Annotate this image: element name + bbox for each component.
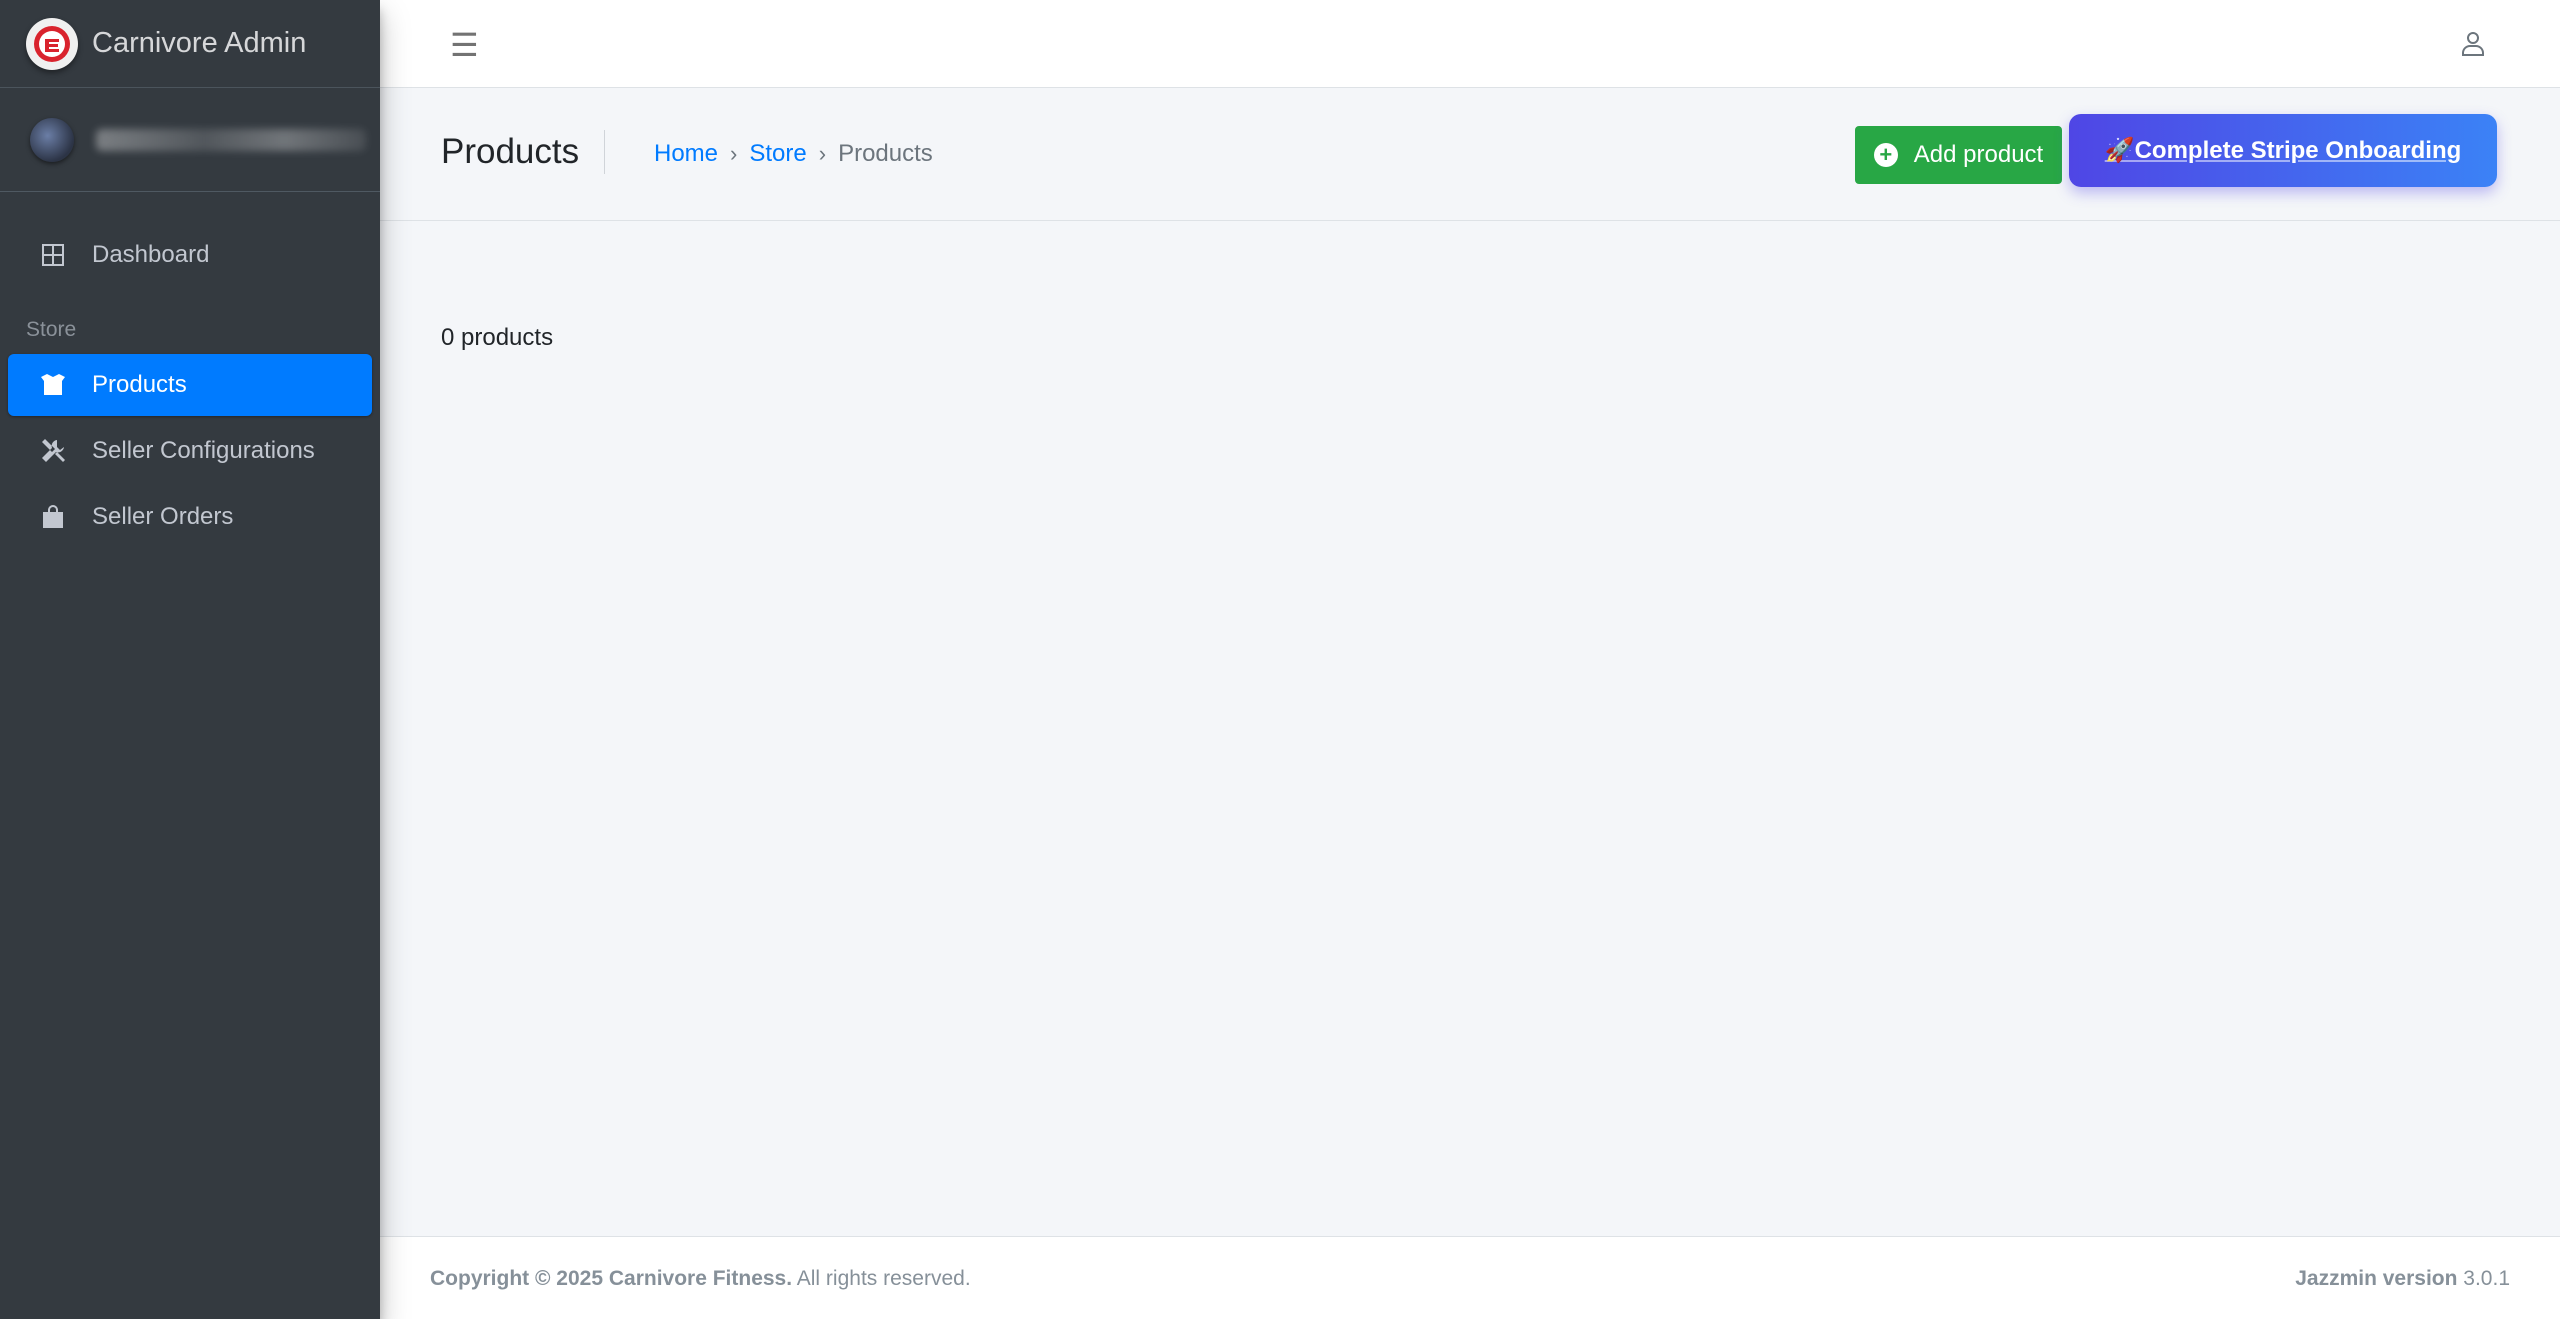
user-name-redacted — [96, 128, 366, 151]
brand-title: Carnivore Admin — [92, 27, 307, 59]
add-product-label: Add product — [1913, 141, 2044, 168]
breadcrumb-separator: › — [818, 141, 827, 166]
page-title: Products — [441, 132, 580, 171]
breadcrumb-home[interactable]: Home — [654, 140, 718, 168]
breadcrumb: Home › Store › Products — [654, 140, 933, 168]
dashboard-grid-icon — [38, 240, 68, 270]
content-header: Products Home › Store › Products + Add p… — [380, 88, 2560, 221]
footer: Copyright © 2025 Carnivore Fitness. All … — [380, 1236, 2560, 1319]
copyright-bold: Copyright © 2025 Carnivore Fitness. — [430, 1267, 793, 1290]
version-value: 3.0.1 — [2457, 1267, 2510, 1290]
sidebar-item-label: Dashboard — [92, 241, 210, 268]
breadcrumb-store[interactable]: Store — [749, 140, 806, 168]
tools-icon — [38, 436, 68, 466]
avatar — [30, 117, 74, 162]
sidebar-item-label: Seller Configurations — [92, 437, 315, 464]
sidebar-item-seller-configurations[interactable]: Seller Configurations — [8, 420, 372, 482]
breadcrumb-separator: › — [730, 141, 738, 166]
sidebar-item-label: Seller Orders — [92, 503, 234, 530]
sidebar-item-label: Products — [92, 371, 187, 398]
carnivore-logo-icon — [26, 17, 78, 70]
box-icon — [38, 370, 68, 400]
complete-stripe-onboarding-button[interactable]: 🚀Complete Stripe Onboarding — [2069, 114, 2497, 187]
title-divider — [604, 130, 605, 174]
user-icon[interactable] — [2458, 28, 2488, 58]
sidebar-item-seller-orders[interactable]: Seller Orders — [8, 486, 372, 548]
footer-copyright: Copyright © 2025 Carnivore Fitness. All … — [430, 1267, 971, 1291]
product-count: 0 products — [441, 324, 554, 351]
sidebar-item-dashboard[interactable]: Dashboard — [8, 224, 372, 286]
add-product-button[interactable]: + Add product — [1855, 126, 2062, 184]
top-navbar: ☰ — [380, 0, 2560, 88]
user-panel[interactable] — [0, 88, 380, 192]
shopping-bag-icon — [38, 502, 68, 532]
hamburger-icon[interactable]: ☰ — [450, 26, 479, 64]
brand-link[interactable]: Carnivore Admin — [0, 0, 380, 88]
breadcrumb-current: Products — [838, 140, 933, 167]
sidebar-nav: Dashboard Store Products Seller Configur… — [0, 224, 380, 548]
footer-version: Jazzmin version 3.0.1 — [2295, 1267, 2510, 1291]
sidebar-section-header: Store — [26, 318, 77, 341]
plus-circle-icon: + — [1873, 143, 1898, 167]
sidebar: Carnivore Admin Dashboard Store Products… — [0, 0, 380, 1319]
sidebar-item-products[interactable]: Products — [8, 354, 372, 416]
copyright-rest: All rights reserved. — [792, 1267, 971, 1290]
version-label: Jazzmin version — [2295, 1267, 2458, 1290]
